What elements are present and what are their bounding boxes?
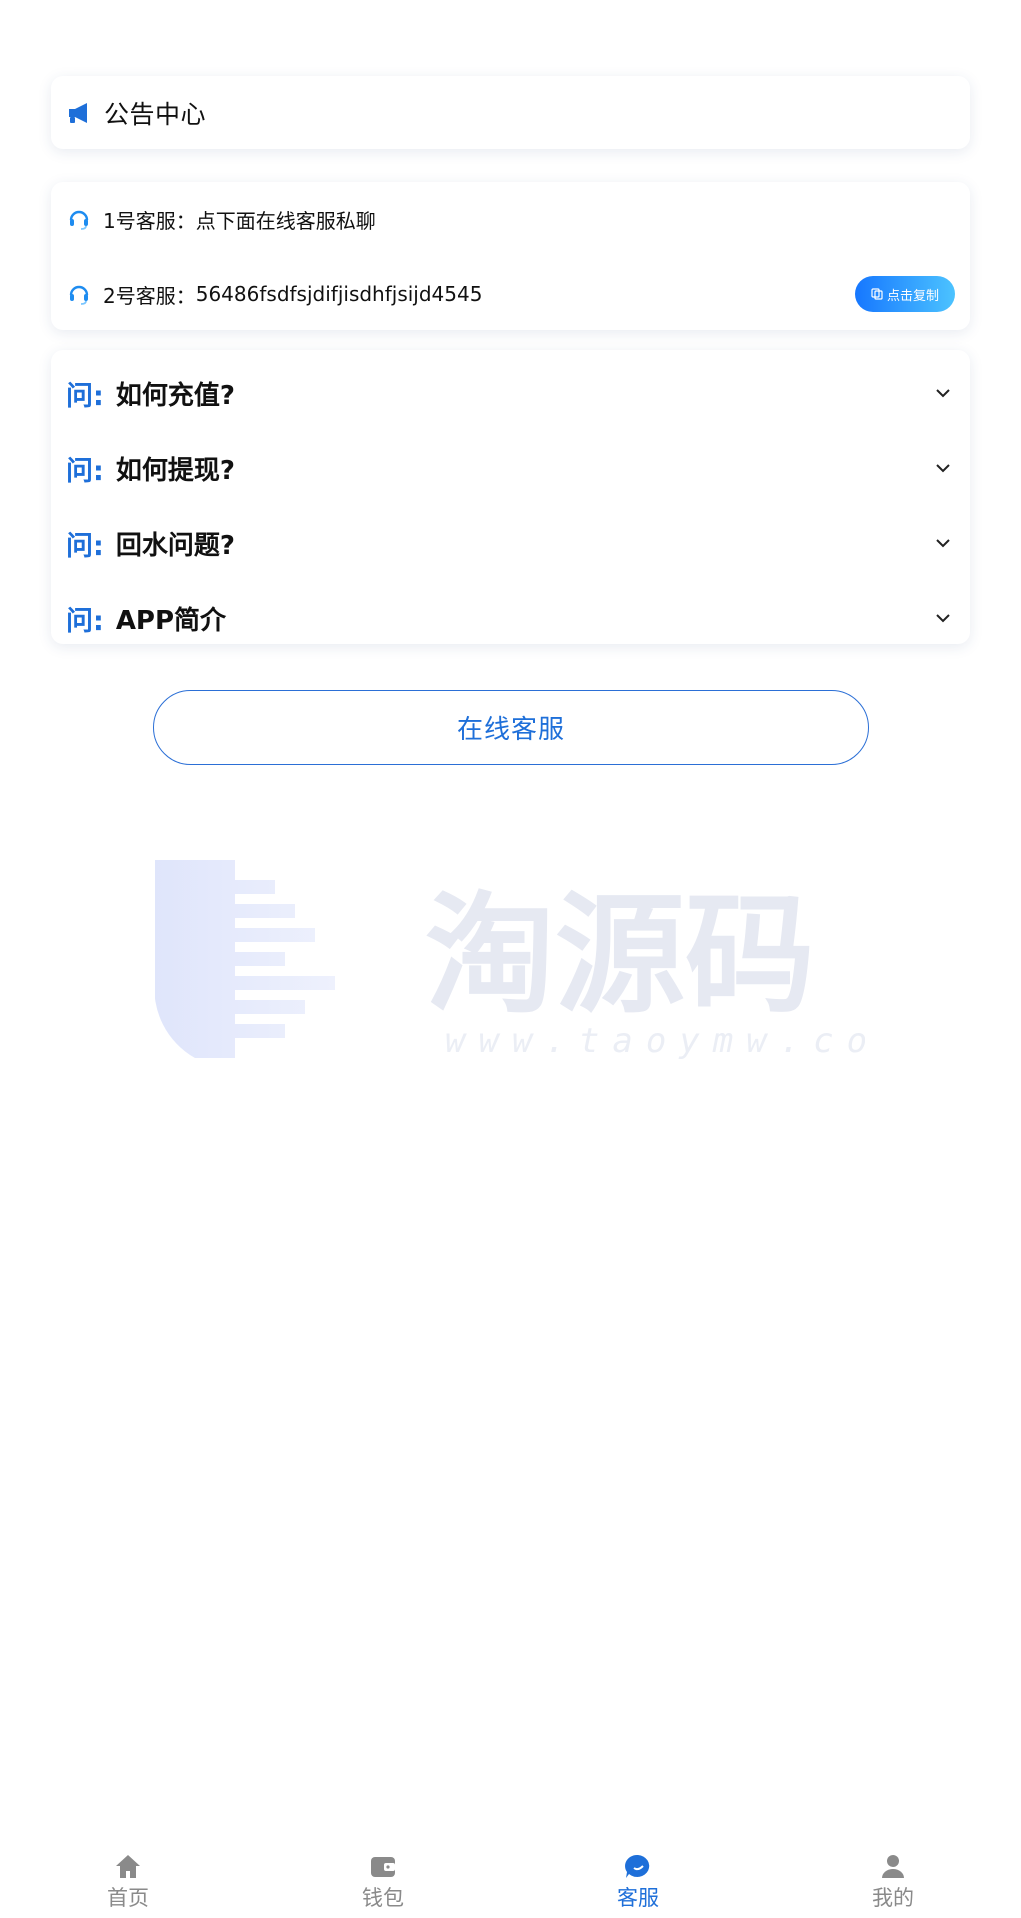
user-icon <box>878 1852 908 1880</box>
service-row-1: 1号客服： 点下面在线客服私聊 <box>66 199 955 239</box>
service-label: 1号客服： <box>103 208 196 233</box>
tab-label: 客服 <box>617 1886 659 1910</box>
chevron-down-icon[interactable] <box>933 608 953 628</box>
faq-item-withdraw[interactable]: 问: 如何提现? <box>66 438 955 498</box>
copy-icon <box>871 288 883 300</box>
tab-label: 首页 <box>107 1886 149 1910</box>
service-value: 点下面在线客服私聊 <box>195 208 376 233</box>
headset-icon <box>66 206 92 232</box>
faq-card: 问: 如何充值? 问: 如何提现? 问: 回水问题? 问: APP简介 <box>51 350 970 644</box>
online-service-button[interactable]: 在线客服 <box>153 690 869 765</box>
tab-label: 钱包 <box>362 1886 404 1910</box>
megaphone-icon <box>66 99 94 127</box>
service-card: 1号客服： 点下面在线客服私聊 2号客服： 56486fsdfsjdifjisd… <box>51 182 970 330</box>
tab-label: 我的 <box>872 1886 914 1910</box>
copy-button[interactable]: 点击复制 <box>855 276 955 312</box>
faq-question: 如何提现? <box>115 455 235 486</box>
tab-bar: 首页 钱包 客服 我的 <box>0 1838 1021 1918</box>
chevron-down-icon[interactable] <box>933 383 953 403</box>
home-icon <box>113 1852 143 1880</box>
chevron-down-icon[interactable] <box>933 458 953 478</box>
faq-prefix: 问: <box>66 605 104 637</box>
faq-item-app-intro[interactable]: 问: APP简介 <box>66 588 955 648</box>
faq-question: APP简介 <box>115 605 227 636</box>
tab-home[interactable]: 首页 <box>68 1838 188 1918</box>
notice-title: 公告中心 <box>104 99 207 129</box>
faq-prefix: 问: <box>66 530 104 562</box>
wallet-icon <box>368 1852 398 1880</box>
service-value: 56486fsdfsjdifjisdhfjsijd4545 <box>195 282 483 306</box>
faq-prefix: 问: <box>66 455 104 487</box>
chat-icon <box>623 1852 653 1880</box>
faq-item-recharge[interactable]: 问: 如何充值? <box>66 363 955 423</box>
tab-wallet[interactable]: 钱包 <box>323 1838 443 1918</box>
chevron-down-icon[interactable] <box>933 533 953 553</box>
headset-icon <box>66 281 92 307</box>
tab-mine[interactable]: 我的 <box>833 1838 953 1918</box>
faq-prefix: 问: <box>66 380 104 412</box>
service-row-2: 2号客服： 56486fsdfsjdifjisdhfjsijd4545 点击复制 <box>66 274 955 314</box>
tab-service[interactable]: 客服 <box>578 1838 698 1918</box>
faq-question: 如何充值? <box>115 380 235 411</box>
notice-card[interactable]: 公告中心 <box>51 76 970 149</box>
faq-question: 回水问题? <box>115 530 235 561</box>
watermark-text: 淘源码 <box>425 879 815 1031</box>
service-label: 2号客服： <box>103 283 196 308</box>
watermark-url: www.taoymw.com <box>445 1021 865 1061</box>
copy-button-label: 点击复制 <box>886 288 939 304</box>
faq-item-rebate[interactable]: 问: 回水问题? <box>66 513 955 573</box>
watermark-logo: 淘源码 www.taoymw.com <box>155 860 865 1061</box>
